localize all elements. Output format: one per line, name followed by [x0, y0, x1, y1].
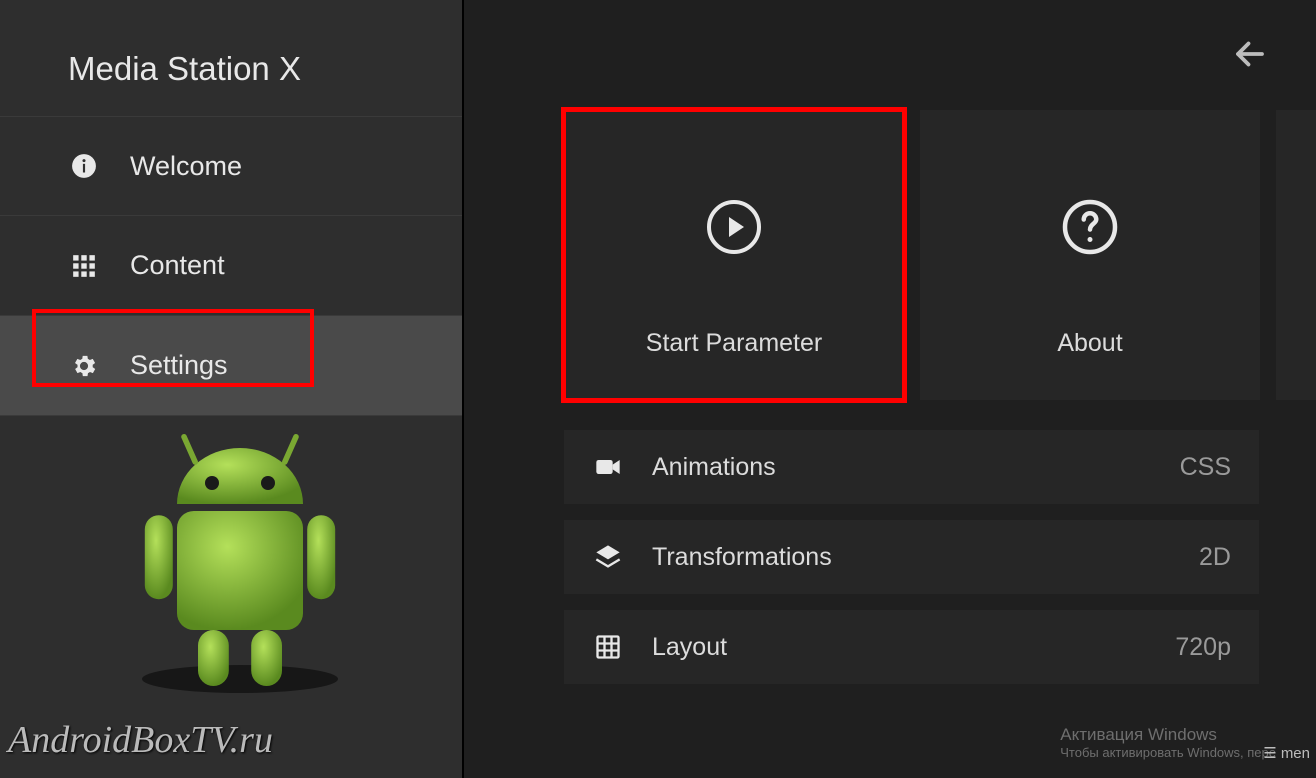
row-label: Animations: [652, 453, 1180, 482]
info-icon: [68, 150, 100, 182]
sidebar-item-settings[interactable]: Settings: [0, 316, 462, 416]
sidebar-item-label: Welcome: [130, 151, 242, 182]
play-icon: [704, 197, 764, 257]
menu-label: men: [1281, 745, 1310, 762]
main-panel: Start Parameter About Animations CSS: [464, 0, 1316, 778]
row-value: 2D: [1199, 543, 1231, 572]
row-label: Layout: [652, 633, 1175, 662]
app-title: Media Station X: [0, 0, 462, 116]
row-layout[interactable]: Layout 720p: [564, 610, 1259, 684]
gear-icon: [68, 350, 100, 382]
tile-label: Start Parameter: [646, 329, 822, 358]
row-animations[interactable]: Animations CSS: [564, 430, 1259, 504]
video-icon: [592, 451, 624, 483]
activation-sub: Чтобы активировать Windows, пере: [1060, 745, 1276, 760]
layout-grid-icon: [592, 631, 624, 663]
tile-label: About: [1057, 329, 1122, 358]
row-label: Transformations: [652, 543, 1199, 572]
sidebar-item-welcome[interactable]: Welcome: [0, 116, 462, 216]
back-button[interactable]: [1232, 36, 1268, 72]
sidebar-item-content[interactable]: Content: [0, 216, 462, 316]
watermark-text: AndroidBoxTV.ru: [8, 718, 273, 762]
settings-rows: Animations CSS Transformations 2D Layout…: [564, 430, 1316, 684]
layers-icon: [592, 541, 624, 573]
tile-start-parameter[interactable]: Start Parameter: [564, 110, 904, 400]
row-transformations[interactable]: Transformations 2D: [564, 520, 1259, 594]
android-mascot-image: [100, 420, 380, 700]
help-icon: [1060, 197, 1120, 257]
menu-indicator: ☰ men: [1263, 744, 1310, 762]
row-value: CSS: [1180, 453, 1231, 482]
activation-title: Активация Windows: [1060, 725, 1276, 745]
sidebar-item-label: Content: [130, 250, 225, 281]
sidebar-item-label: Settings: [130, 350, 228, 381]
row-value: 720p: [1175, 633, 1231, 662]
tiles-row: Start Parameter About: [564, 110, 1316, 400]
windows-activation-notice: Активация Windows Чтобы активировать Win…: [1060, 725, 1276, 760]
tile-about[interactable]: About: [920, 110, 1260, 400]
tile-partial[interactable]: [1276, 110, 1316, 400]
grid-icon: [68, 250, 100, 282]
sidebar: Media Station X Welcome Content Settings: [0, 0, 464, 778]
